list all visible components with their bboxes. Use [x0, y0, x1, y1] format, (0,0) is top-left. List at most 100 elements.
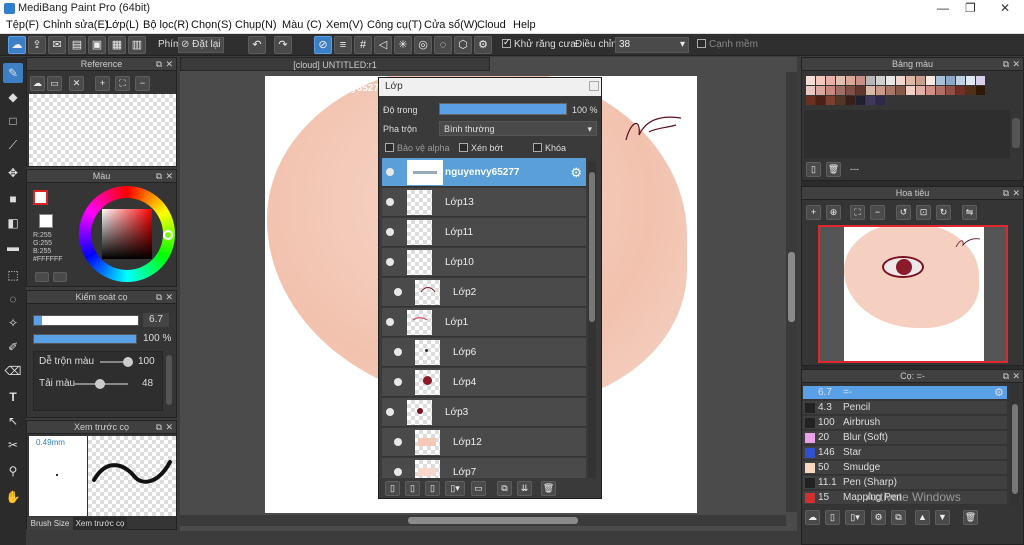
merge-icon[interactable]: ⇊ — [517, 481, 532, 496]
brush-row[interactable]: 100 Airbrush — [803, 416, 1007, 430]
add-brush-menu-icon[interactable]: ▯▾ — [845, 510, 865, 525]
brush-row[interactable]: 50 Smudge — [803, 461, 1007, 475]
close-panel-icon[interactable]: ✕ — [165, 58, 173, 71]
cloud-icon[interactable]: ☁ — [8, 36, 26, 54]
close-panel-icon[interactable]: ✕ — [165, 170, 173, 183]
palette-swatch[interactable] — [846, 76, 855, 85]
new-palette-icon[interactable]: ▯ — [806, 162, 821, 177]
lock-checkbox[interactable]: Khóa — [533, 143, 566, 153]
color-mode-button[interactable] — [35, 272, 49, 282]
hue-wheel[interactable] — [79, 186, 175, 282]
palette-swatch[interactable] — [906, 86, 915, 95]
correction-select[interactable]: 38 ▾ — [615, 37, 689, 53]
popout-icon[interactable]: ⧉ — [156, 170, 162, 183]
brush-up-icon[interactable]: ▲ — [915, 510, 930, 525]
rotate-left-icon[interactable]: ↺ — [896, 205, 911, 220]
cloud-brush-icon[interactable]: ☁ — [805, 510, 820, 525]
layer-row[interactable]: Lớp11 — [382, 218, 586, 247]
menu-select[interactable]: Chọn(S) — [191, 19, 232, 31]
menu-edit[interactable]: Chỉnh sửa(E) — [43, 19, 108, 31]
menu-window[interactable]: Cửa sổ(W) — [424, 19, 478, 31]
polygon-snap-icon[interactable]: ⬡ — [454, 36, 472, 54]
close-panel-icon[interactable]: ✕ — [1012, 58, 1020, 71]
layer-row[interactable]: Lớp3 — [382, 398, 586, 427]
select-rect-tool-icon[interactable]: ⬚ — [3, 265, 23, 285]
select-pen-tool-icon[interactable]: ✐ — [3, 337, 23, 357]
delete-ref-icon[interactable]: ✕ — [69, 76, 84, 91]
cross-snap-icon[interactable]: # — [354, 36, 372, 54]
palette-swatch[interactable] — [806, 96, 815, 105]
close-panel-icon[interactable] — [589, 81, 599, 91]
menu-capture[interactable]: Chụp(N) — [235, 19, 277, 31]
palette-swatch[interactable] — [876, 96, 885, 105]
palette-swatch[interactable] — [916, 86, 925, 95]
brush-size-value[interactable]: 6.7 — [143, 313, 169, 327]
palette-swatch[interactable] — [956, 86, 965, 95]
visibility-eye-icon[interactable] — [394, 438, 402, 446]
curve-snap-icon[interactable]: ◌ — [434, 36, 452, 54]
popout-icon[interactable]: ⧉ — [156, 421, 162, 434]
page-icon[interactable]: ▤ — [68, 36, 86, 54]
dot-tool-icon[interactable]: □ — [3, 111, 23, 131]
palette-swatch[interactable] — [936, 86, 945, 95]
menu-color[interactable]: Màu (C) — [282, 19, 322, 31]
maximize-icon[interactable]: ❐ — [965, 1, 976, 15]
palette-swatch[interactable] — [816, 96, 825, 105]
parallel-snap-icon[interactable]: ≡ — [334, 36, 352, 54]
navigator-preview[interactable] — [818, 225, 1008, 363]
reference-canvas[interactable] — [29, 94, 176, 166]
blend-mode-select[interactable]: Bình thường ▾ — [439, 121, 597, 136]
layer-row[interactable]: Lớp12 — [382, 428, 586, 457]
visibility-eye-icon[interactable] — [386, 168, 394, 176]
palette-swatch[interactable] — [836, 96, 845, 105]
new-layer-8bit-icon[interactable]: ▯ — [405, 481, 420, 496]
tab-brush-size[interactable]: Brush Size — [27, 517, 73, 530]
layer-scrollbar[interactable] — [588, 162, 596, 478]
swatch-grid[interactable] — [804, 74, 1022, 108]
palette-swatch[interactable] — [926, 76, 935, 85]
palette-swatch[interactable] — [946, 76, 955, 85]
soft-edge-checkbox[interactable]: Cạnh mềm — [697, 39, 758, 50]
eyedropper-tool-icon[interactable]: ⚲ — [3, 461, 23, 481]
palette-swatch[interactable] — [836, 76, 845, 85]
vanishing-snap-icon[interactable]: ◁ — [374, 36, 392, 54]
popout-icon[interactable]: ⧉ — [1003, 187, 1009, 200]
layer-row[interactable]: Lớp13 — [382, 188, 586, 217]
palette-swatch[interactable] — [976, 86, 985, 95]
brush-row[interactable]: 11.1 Pen (Sharp) — [803, 476, 1007, 490]
folder-icon[interactable]: ▭ — [471, 481, 486, 496]
layer-opacity-slider[interactable] — [439, 103, 567, 115]
snap-settings-icon[interactable]: ⚙ — [474, 36, 492, 54]
new-layer-1bit-icon[interactable]: ▯ — [425, 481, 440, 496]
hue-handle[interactable] — [163, 230, 173, 240]
palette-swatch[interactable] — [856, 96, 865, 105]
delete-brush-icon[interactable]: 🗑 — [963, 510, 978, 525]
fit-icon[interactable]: ⛶ — [115, 76, 130, 91]
antialias-checkbox[interactable]: Khử răng cưa — [502, 39, 576, 50]
gear-icon[interactable]: ⚙ — [570, 165, 582, 181]
palette-swatch[interactable] — [866, 86, 875, 95]
close-panel-icon[interactable]: ✕ — [1012, 187, 1020, 200]
text-tool-icon[interactable]: T — [3, 387, 23, 407]
palette-swatch[interactable] — [806, 86, 815, 95]
color-mode-button[interactable] — [53, 272, 67, 282]
brush-row[interactable]: 4.3 Pencil — [803, 401, 1007, 415]
brush-tool-icon[interactable]: ✎ — [3, 63, 23, 83]
rotate-reset-icon[interactable]: ⊡ — [916, 205, 931, 220]
grid-icon[interactable]: ▦ — [108, 36, 126, 54]
blend-slider[interactable] — [100, 357, 133, 367]
minimize-icon[interactable]: — — [937, 1, 949, 15]
upload-icon[interactable]: ⇪ — [28, 36, 46, 54]
horizontal-scrollbar[interactable] — [180, 515, 786, 526]
duplicate-icon[interactable]: ⧉ — [497, 481, 512, 496]
add-menu-icon[interactable]: ▯▾ — [445, 481, 465, 496]
document-tab[interactable]: [cloud] UNTITLED:r1 — [180, 57, 490, 71]
palette-swatch[interactable] — [906, 76, 915, 85]
popout-icon[interactable]: ⧉ — [1003, 370, 1009, 383]
palette-swatch[interactable] — [846, 86, 855, 95]
palette-swatch[interactable] — [836, 86, 845, 95]
delete-layer-icon[interactable]: 🗑 — [541, 481, 556, 496]
undo-icon[interactable]: ↶ — [248, 36, 266, 54]
radial-snap-icon[interactable]: ✳ — [394, 36, 412, 54]
menu-cloud[interactable]: Cloud — [477, 19, 506, 31]
